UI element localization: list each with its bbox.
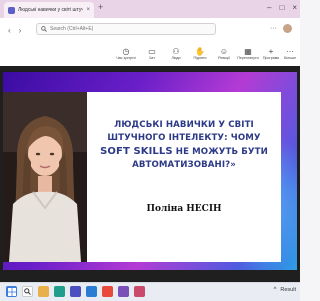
meeting-toolbar: ◷ Час зустрічі ▭ Чат ⚇ Люди ✋ Підняти ☺ …	[0, 44, 300, 67]
search-taskbar-icon[interactable]	[22, 286, 33, 297]
tab-close-icon[interactable]: ×	[86, 7, 90, 13]
chrome-icon[interactable]	[102, 286, 113, 297]
raise-hand-button[interactable]: ✋ Підняти	[188, 47, 212, 65]
reactions-button[interactable]: ☺ Реакції	[212, 47, 236, 65]
maximize-icon[interactable]: □	[279, 1, 284, 15]
slide-text-card: ЛЮДСЬКІ НАВИЧКИ У СВІТІ ШТУЧНОГО ІНТЕЛЕК…	[87, 92, 281, 262]
browser-tab-bar: Людські навички у світі штучн... × + – □…	[0, 0, 300, 18]
taskbar-icons	[6, 286, 145, 297]
shared-screen-stage: ЛЮДСЬКІ НАВИЧКИ У СВІТІ ШТУЧНОГО ІНТЕЛЕК…	[0, 66, 300, 282]
nav-arrows: ‹ ›	[8, 26, 21, 35]
header-right: ···	[270, 24, 292, 33]
speaker-portrait	[3, 92, 87, 262]
more-options-icon[interactable]: ···	[270, 25, 277, 32]
browser-tab[interactable]: Людські навички у світі штучн... ×	[4, 2, 94, 18]
clock-icon: ◷	[122, 47, 130, 56]
slide-author: Поліна НЕСІН	[146, 204, 222, 214]
window-controls: – □ ×	[267, 1, 297, 15]
forward-icon[interactable]: ›	[19, 26, 22, 35]
people-icon: ⚇	[172, 47, 180, 56]
new-tab-button[interactable]: +	[98, 3, 103, 12]
apps-icon: +	[268, 47, 274, 56]
meeting-time-button[interactable]: ◷ Час зустрічі	[114, 47, 138, 65]
edge-icon[interactable]	[54, 286, 65, 297]
presentation-slide: ЛЮДСЬКІ НАВИЧКИ У СВІТІ ШТУЧНОГО ІНТЕЛЕК…	[3, 72, 297, 270]
teams-icon[interactable]	[70, 286, 81, 297]
taskbar: ^ Result	[0, 282, 300, 301]
search-input[interactable]	[50, 26, 200, 32]
reaction-icon: ☺	[219, 47, 229, 56]
view-icon: ▦	[244, 47, 252, 56]
tab-title: Людські навички у світі штучн...	[18, 7, 84, 13]
soft-skills-text: SOFT SKILLS	[100, 146, 173, 157]
word-icon[interactable]	[86, 286, 97, 297]
avatar[interactable]	[283, 24, 292, 33]
chat-icon: ▭	[148, 47, 156, 56]
chat-button[interactable]: ▭ Чат	[140, 47, 164, 65]
view-button[interactable]: ▦ Переглянути	[236, 47, 260, 65]
teams-favicon-icon	[8, 6, 15, 14]
back-icon[interactable]: ‹	[8, 26, 11, 35]
file-explorer-icon[interactable]	[38, 286, 49, 297]
minimize-icon[interactable]: –	[267, 1, 271, 15]
tray-expand-icon[interactable]: ^	[274, 287, 277, 293]
search-box[interactable]	[36, 23, 216, 35]
music-app-icon[interactable]	[134, 286, 145, 297]
close-window-icon[interactable]: ×	[292, 1, 297, 15]
more-button[interactable]: ··· Більше	[278, 47, 302, 65]
raise-hand-icon: ✋	[195, 47, 205, 56]
windows-start-icon[interactable]	[6, 286, 17, 297]
slide-title: ЛЮДСЬКІ НАВИЧКИ У СВІТІ ШТУЧНОГО ІНТЕЛЕК…	[100, 120, 268, 170]
search-icon	[41, 26, 47, 32]
app-icon[interactable]	[118, 286, 129, 297]
speaker-photo	[3, 92, 87, 262]
people-button[interactable]: ⚇ Люди	[164, 47, 188, 65]
app-header: ‹ › ···	[0, 18, 300, 45]
more-icon: ···	[286, 47, 294, 56]
system-tray: ^ Result	[274, 287, 296, 293]
tray-result-text[interactable]: Result	[280, 287, 296, 293]
